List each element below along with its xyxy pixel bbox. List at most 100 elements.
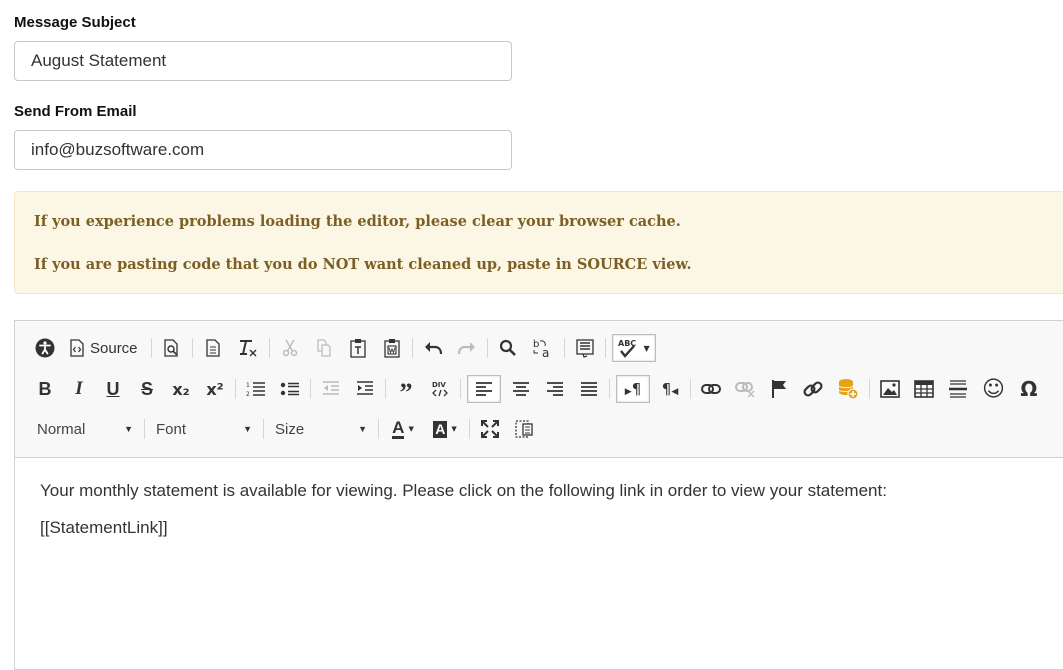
size-select[interactable]: Size ▼ — [267, 415, 375, 443]
anchor-button[interactable] — [765, 375, 793, 403]
bulleted-list-icon — [280, 380, 300, 398]
underline-icon: U — [106, 378, 120, 399]
redo-icon — [457, 340, 477, 356]
send-from-email-input[interactable]: info@buzsoftware.com — [14, 130, 512, 170]
paste-text-button[interactable] — [344, 334, 372, 362]
format-select[interactable]: Normal ▼ — [29, 415, 141, 443]
bulleted-list-button[interactable] — [276, 375, 304, 403]
special-character-button[interactable]: Ω — [1015, 375, 1043, 403]
insert-image-button[interactable] — [876, 375, 904, 403]
replace-button[interactable]: ba — [528, 334, 558, 362]
paste-word-icon — [383, 338, 401, 358]
bold-icon: B — [38, 378, 52, 399]
numbered-list-icon: 12 — [246, 380, 266, 398]
subscript-button[interactable]: x₂ — [167, 375, 195, 403]
copy-icon — [315, 339, 333, 357]
font-select-value: Font — [156, 420, 187, 438]
insert-table-button[interactable] — [910, 375, 938, 403]
background-color-button[interactable]: A ▼ — [427, 415, 463, 443]
statement-link-placeholder: [[StatementLink]] — [40, 518, 168, 537]
svg-text:2: 2 — [246, 391, 250, 398]
format-select-value: Normal — [37, 420, 86, 438]
svg-text:a: a — [542, 346, 549, 359]
justify-button[interactable] — [575, 375, 603, 403]
editor-notice: If you experience problems loading the e… — [14, 191, 1063, 294]
accessibility-button[interactable] — [31, 334, 59, 362]
insert-placeholder-button[interactable] — [833, 375, 863, 403]
text-direction-ltr-button[interactable]: ▶¶ — [616, 375, 650, 403]
decrease-indent-button[interactable] — [317, 375, 345, 403]
align-left-button[interactable] — [467, 375, 501, 403]
smiley-button[interactable]: ☺ — [978, 375, 1009, 403]
text-direction-rtl-button[interactable]: ¶◀ — [656, 375, 684, 403]
chevron-down-icon: ▼ — [451, 425, 457, 433]
cut-button[interactable] — [276, 334, 304, 362]
align-center-button[interactable] — [507, 375, 535, 403]
text-color-button[interactable]: A ▼ — [385, 415, 421, 443]
size-select-value: Size — [275, 420, 305, 438]
outdent-icon — [321, 380, 341, 398]
horizontal-line-button[interactable] — [944, 375, 972, 403]
align-left-icon — [475, 381, 493, 397]
unlink-button[interactable] — [731, 375, 759, 403]
toolbar-separator — [604, 338, 606, 358]
select-all-button[interactable] — [571, 334, 599, 362]
copy-button[interactable] — [310, 334, 338, 362]
toolbar-separator — [235, 379, 236, 399]
maximize-icon — [480, 419, 500, 439]
show-blocks-button[interactable] — [510, 415, 538, 443]
svg-text:DIV: DIV — [432, 381, 446, 389]
redo-button[interactable] — [453, 334, 481, 362]
text-direction-ltr-icon: ▶¶ — [624, 380, 642, 398]
chevron-down-icon: ▼ — [358, 424, 367, 434]
underline-button[interactable]: U — [99, 375, 127, 403]
italic-button[interactable]: I — [65, 375, 93, 403]
text-color-icon: A — [392, 417, 405, 439]
toolbar-row-2: B I U S x₂ x² 12 ” DIV ▶¶ ¶◀ ☺ Ω — [28, 374, 1046, 406]
message-subject-label: Message Subject — [14, 14, 136, 31]
paste-word-button[interactable] — [378, 334, 406, 362]
font-select[interactable]: Font ▼ — [148, 415, 260, 443]
insert-link-button[interactable] — [799, 375, 827, 403]
remove-format-button[interactable] — [233, 334, 263, 362]
toolbar-separator — [563, 338, 565, 358]
link-button[interactable] — [697, 375, 725, 403]
toolbar-separator — [690, 379, 691, 399]
strikethrough-button[interactable]: S — [133, 375, 161, 403]
toolbar-separator — [469, 419, 470, 439]
horizontal-rule-icon — [948, 379, 968, 399]
maximize-button[interactable] — [476, 415, 504, 443]
link-icon — [701, 383, 721, 395]
notice-line-cache: If you experience problems loading the e… — [34, 213, 681, 230]
strikethrough-icon: S — [140, 378, 153, 399]
increase-indent-button[interactable] — [351, 375, 379, 403]
editor-toolbar: Source b a ABC ▼ B I U S x₂ x² 1 2 ” DIV… — [15, 321, 1063, 458]
italic-icon: I — [75, 378, 83, 399]
send-from-email-label: Send From Email — [14, 103, 137, 120]
indent-icon — [355, 380, 375, 398]
spell-check-button[interactable]: ABC ▼ — [611, 334, 656, 362]
preview-button[interactable] — [158, 334, 186, 362]
superscript-button[interactable]: x² — [201, 375, 229, 403]
create-div-button[interactable]: DIV — [426, 375, 454, 403]
align-right-button[interactable] — [541, 375, 569, 403]
numbered-list-button[interactable]: 12 — [242, 375, 270, 403]
undo-button[interactable] — [419, 334, 447, 362]
source-icon — [69, 339, 85, 357]
find-button[interactable] — [494, 334, 522, 362]
editor-content-area[interactable]: Your monthly statement is available for … — [40, 481, 887, 555]
select-all-icon — [575, 338, 595, 358]
scissors-icon — [281, 339, 299, 357]
subscript-icon: x₂ — [172, 379, 190, 399]
chevron-down-icon: ▼ — [408, 425, 414, 433]
new-page-button[interactable] — [199, 334, 227, 362]
blockquote-button[interactable]: ” — [392, 375, 420, 406]
toolbar-row-1: Source b a ABC ▼ — [28, 333, 659, 363]
image-icon — [880, 380, 900, 398]
pilcrow-ltr-glyph: ¶ — [631, 380, 642, 398]
message-subject-input[interactable]: August Statement — [14, 41, 512, 81]
source-button[interactable]: Source — [65, 334, 145, 362]
accessibility-icon — [35, 338, 55, 358]
toolbar-separator — [310, 379, 311, 399]
bold-button[interactable]: B — [31, 375, 59, 403]
